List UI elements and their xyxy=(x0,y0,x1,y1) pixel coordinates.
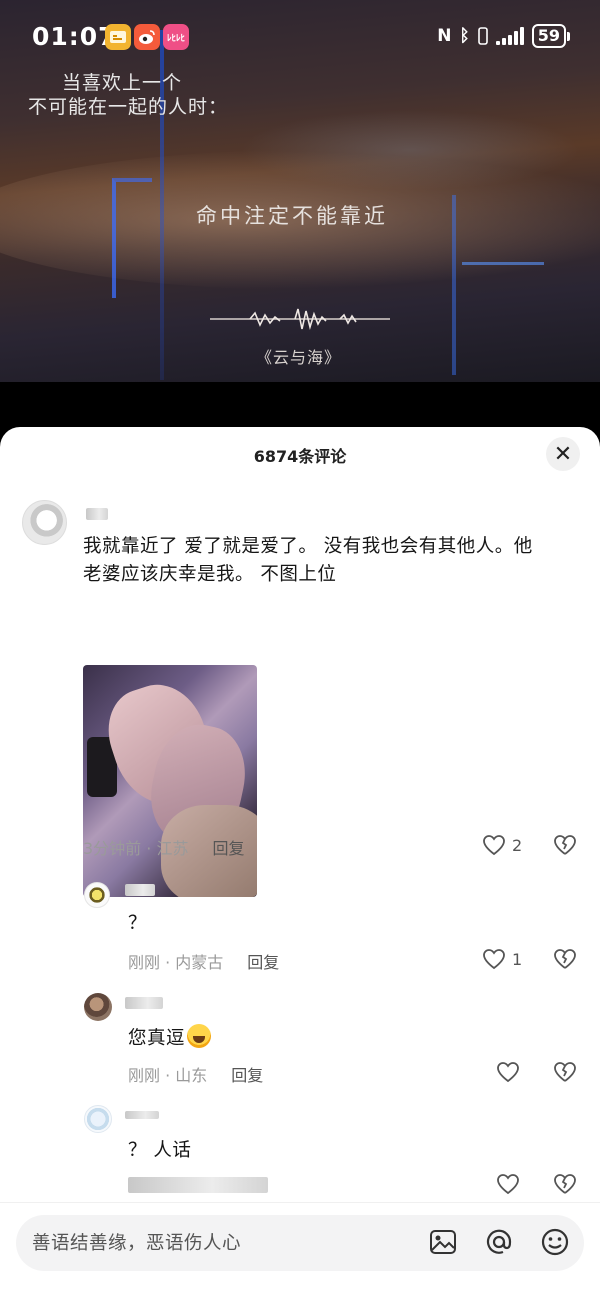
reply-text: ？ 人话 xyxy=(128,1140,192,1161)
signal-icon xyxy=(495,27,524,45)
status-time: 01:07 xyxy=(32,22,117,51)
at-icon[interactable] xyxy=(484,1227,514,1257)
username-blurred[interactable] xyxy=(86,508,108,520)
comment-image[interactable] xyxy=(83,665,257,897)
username-blurred[interactable] xyxy=(125,1111,159,1119)
heart-icon xyxy=(497,1174,519,1195)
bluetooth-icon: ᛒ xyxy=(459,26,470,46)
comment-input[interactable]: 善语结善缘，恶语伤人心 xyxy=(16,1215,584,1271)
reply-text: ？ xyxy=(128,913,148,934)
reply-button[interactable]: 回复 xyxy=(212,835,244,859)
notes-app-icon xyxy=(105,24,131,50)
dislike-icon[interactable] xyxy=(553,948,577,970)
reply-text: 您真逗 xyxy=(128,1024,212,1053)
reply-meta-blurred xyxy=(128,1177,268,1193)
video-caption-line2: 不可能在一起的人时： xyxy=(28,96,229,118)
heart-icon xyxy=(483,949,505,970)
reply-meta: 刚刚 · 山东 回复 xyxy=(128,1062,263,1086)
video-hud-bracket xyxy=(112,178,152,298)
status-bar: 01:07 ﾚﾋﾚﾋ N ᛒ 59 xyxy=(0,0,600,76)
reply-time-location: 刚刚 · 山东 xyxy=(128,1066,208,1085)
video-light-beam-right xyxy=(452,195,456,375)
video-hud-line xyxy=(462,262,544,265)
weibo-app-icon xyxy=(134,24,160,50)
reply-text-content: 您真逗 xyxy=(128,1028,186,1049)
battery-icon: 59 xyxy=(531,24,570,48)
avatar[interactable] xyxy=(84,1105,112,1133)
comment-meta: 3分钟前 · 江苏 回复 xyxy=(83,835,244,859)
username-blurred[interactable] xyxy=(125,997,163,1009)
video-song-title: 《云与海》 xyxy=(256,348,342,367)
nfc-icon: N xyxy=(437,26,452,46)
comments-count-title: 6874条评论 xyxy=(253,447,347,466)
comment-text: 我就靠近了 爱了就是爱了。 没有我也会有其他人。他 老婆应该庆幸是我。 不图上位 xyxy=(83,533,583,589)
like-count: 2 xyxy=(512,835,523,855)
like-button[interactable]: 1 xyxy=(482,948,522,970)
dislike-icon[interactable] xyxy=(553,1173,577,1195)
audio-waveform-icon xyxy=(210,308,390,330)
avatar[interactable] xyxy=(84,882,110,908)
video-foam xyxy=(240,110,580,190)
video-lyric: 命中注定不能靠近 xyxy=(196,204,388,228)
close-icon[interactable]: ✕ xyxy=(546,437,580,471)
reply-meta: 刚刚 · 内蒙古 回复 xyxy=(128,949,279,973)
heart-icon xyxy=(497,1062,519,1083)
avatar[interactable] xyxy=(84,993,112,1021)
comment-input-placeholder: 善语结善缘，恶语伤人心 xyxy=(32,1233,242,1254)
comment-input-bar: 善语结善缘，恶语伤人心 xyxy=(0,1202,600,1298)
battery-level: 59 xyxy=(531,24,566,48)
reply-time-location: 刚刚 · 内蒙古 xyxy=(128,953,224,972)
username-blurred[interactable] xyxy=(125,884,155,896)
comment-text-line2: 老婆应该庆幸是我。 不图上位 xyxy=(83,564,337,585)
emoji-icon[interactable] xyxy=(540,1227,570,1257)
dislike-icon[interactable] xyxy=(553,1061,577,1083)
reply-button[interactable]: 回复 xyxy=(231,1062,263,1086)
comments-header: 6874条评论 ✕ xyxy=(0,427,600,483)
pink-app-icon: ﾚﾋﾚﾋ xyxy=(163,24,189,50)
laughing-crying-emoji-icon xyxy=(187,1024,212,1048)
avatar[interactable] xyxy=(22,500,67,545)
like-button[interactable]: 2 xyxy=(482,834,522,856)
like-button[interactable] xyxy=(496,1173,520,1195)
image-icon[interactable] xyxy=(428,1227,458,1257)
comments-sheet: 6874条评论 ✕ 我就靠近了 爱了就是爱了。 没有我也会有其他人。他 老婆应该… xyxy=(0,427,600,1298)
status-right-group: N ᛒ 59 xyxy=(437,24,570,48)
heart-icon xyxy=(483,835,505,856)
like-button[interactable] xyxy=(496,1061,520,1083)
comment-text-line1: 我就靠近了 爱了就是爱了。 没有我也会有其他人。他 xyxy=(83,536,533,557)
reply-button[interactable]: 回复 xyxy=(247,949,279,973)
dislike-icon[interactable] xyxy=(553,834,577,856)
comment-time-location: 3分钟前 · 江苏 xyxy=(83,839,189,858)
vibrate-icon xyxy=(477,27,488,45)
like-count: 1 xyxy=(512,949,523,969)
